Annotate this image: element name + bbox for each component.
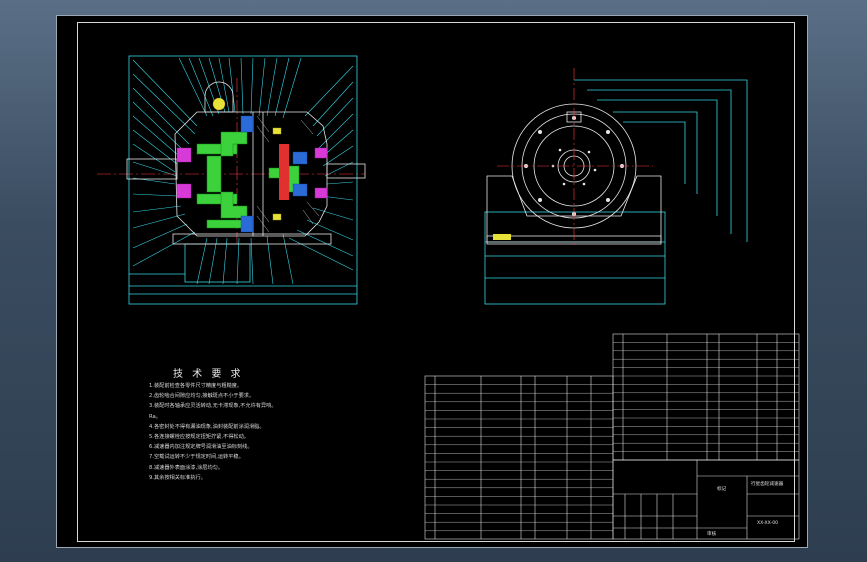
tech-requirement-line: 4.各密封处不得有漏油现象,油封装配前涂润滑脂。: [149, 423, 265, 430]
tech-requirement-line: 9.其余按相关标准执行。: [149, 474, 206, 481]
tech-requirement-line: 1.装配前检查各零件尺寸精度与粗糙度。: [149, 383, 243, 389]
title-block-code: XX-XX-00: [757, 521, 779, 526]
tech-requirement-line: 8.减速器外表面涂漆,涂层均匀。: [149, 464, 224, 471]
cad-viewer: 技 术 要 求 1.装配前检查各零件尺寸精度与粗糙度。 2.齿轮啮合间隙应均匀,接…: [0, 0, 867, 562]
title-block-name: 行星齿轮减速器: [751, 482, 784, 487]
end-view: [484, 68, 748, 305]
bom-tables: [424, 333, 800, 540]
title-block-label-review: 审核: [707, 532, 717, 537]
tech-requirement-line: 2.齿轮啮合间隙应均匀,接触斑点不小于要求。: [149, 393, 255, 400]
tech-requirement-line: 3.装配时各轴承应灵活转动,无卡滞现象,不允许有异响。: [149, 403, 277, 410]
tech-requirement-line: 5.各连接螺栓应按规定扭矩拧紧,不得松动。: [149, 434, 249, 441]
tech-requirements-list: 1.装配前检查各零件尺寸精度与粗糙度。 2.齿轮啮合间隙应均匀,接触斑点不小于要求…: [149, 381, 409, 483]
tech-requirement-line: Ra。: [149, 413, 161, 420]
tech-requirement-line: 6.减速器内加注规定牌号润滑油至油标刻线。: [149, 444, 253, 451]
tech-requirement-line: 7.空载试运转不少于规定时间,运转平稳。: [149, 454, 244, 461]
sectional-view: [97, 55, 366, 305]
drawing-sheet: 技 术 要 求 1.装配前检查各零件尺寸精度与粗糙度。 2.齿轮啮合间隙应均匀,接…: [56, 15, 808, 548]
title-block-label-mark: 标记: [717, 487, 727, 492]
tech-requirements-title: 技 术 要 求: [173, 369, 244, 380]
